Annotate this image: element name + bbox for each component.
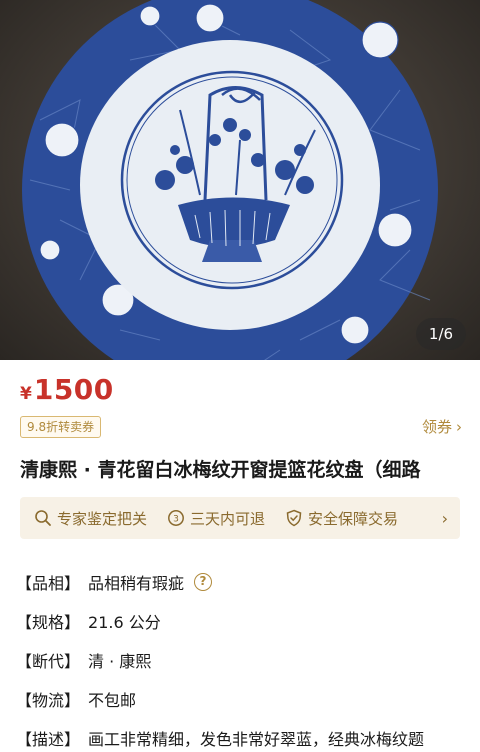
attribute-value: 不包邮: [88, 690, 137, 710]
attribute-key: 【品相】: [16, 573, 81, 593]
product-title: 清康熙 · 青花留白冰梅纹开窗提篮花纹盘（细路: [20, 459, 421, 481]
return-icon: 3: [168, 510, 184, 526]
guarantee-secure: 安全保障交易: [285, 508, 398, 529]
price: ¥ 1500: [20, 373, 114, 406]
guarantee-appraisal: 专家鉴定把关: [34, 508, 147, 529]
attribute-row-dating: 【断代】 清 · 康熙: [16, 640, 476, 679]
attribute-value: 清 · 康熙: [88, 651, 152, 671]
product-photo[interactable]: 1/6: [0, 0, 480, 360]
svg-text:3: 3: [173, 515, 179, 525]
shield-icon: [286, 509, 302, 527]
discount-tag[interactable]: 9.8折转卖券: [20, 416, 102, 438]
guarantee-label: 安全保障交易: [308, 509, 399, 528]
chevron-right-icon: ›: [441, 508, 448, 528]
attribute-key: 【规格】: [16, 612, 81, 632]
attribute-value: 品相稍有瑕疵: [88, 573, 185, 593]
attribute-key: 【断代】: [16, 651, 81, 671]
attribute-key: 【物流】: [16, 690, 81, 710]
get-coupon-link[interactable]: 领券 ›: [422, 416, 462, 438]
coupon-label: 领券: [421, 418, 452, 436]
attribute-key: 【描述】: [16, 729, 81, 749]
attribute-row-condition: 【品相】 品相稍有瑕疵 ?: [16, 562, 476, 601]
attribute-list: 【品相】 品相稍有瑕疵 ? 【规格】 21.6 公分 【断代】 清 · 康熙 【…: [16, 562, 476, 752]
guarantee-bar[interactable]: 专家鉴定把关 3 三天内可退 安全保障交易 ›: [20, 497, 460, 539]
price-amount: 1500: [33, 373, 114, 406]
attribute-row-shipping: 【物流】 不包邮: [16, 679, 476, 718]
photo-page-indicator: 1/6: [416, 318, 466, 350]
attribute-row-description: 【描述】 画工非常精细，发色非常好翠蓝，经典冰梅纹题: [16, 718, 476, 752]
help-icon[interactable]: ?: [194, 572, 213, 591]
chevron-right-icon: ›: [456, 418, 462, 436]
price-currency: ¥: [20, 384, 32, 404]
attribute-value: 21.6 公分: [88, 612, 161, 632]
search-icon: [35, 510, 51, 526]
guarantee-return: 3 三天内可退: [167, 508, 265, 529]
attribute-row-size: 【规格】 21.6 公分: [16, 601, 476, 640]
attribute-value: 画工非常精细，发色非常好翠蓝，经典冰梅纹题: [88, 729, 425, 749]
guarantee-label: 专家鉴定把关: [57, 509, 148, 528]
porcelain-plate-image: [22, 0, 438, 360]
guarantee-label: 三天内可退: [190, 509, 266, 528]
